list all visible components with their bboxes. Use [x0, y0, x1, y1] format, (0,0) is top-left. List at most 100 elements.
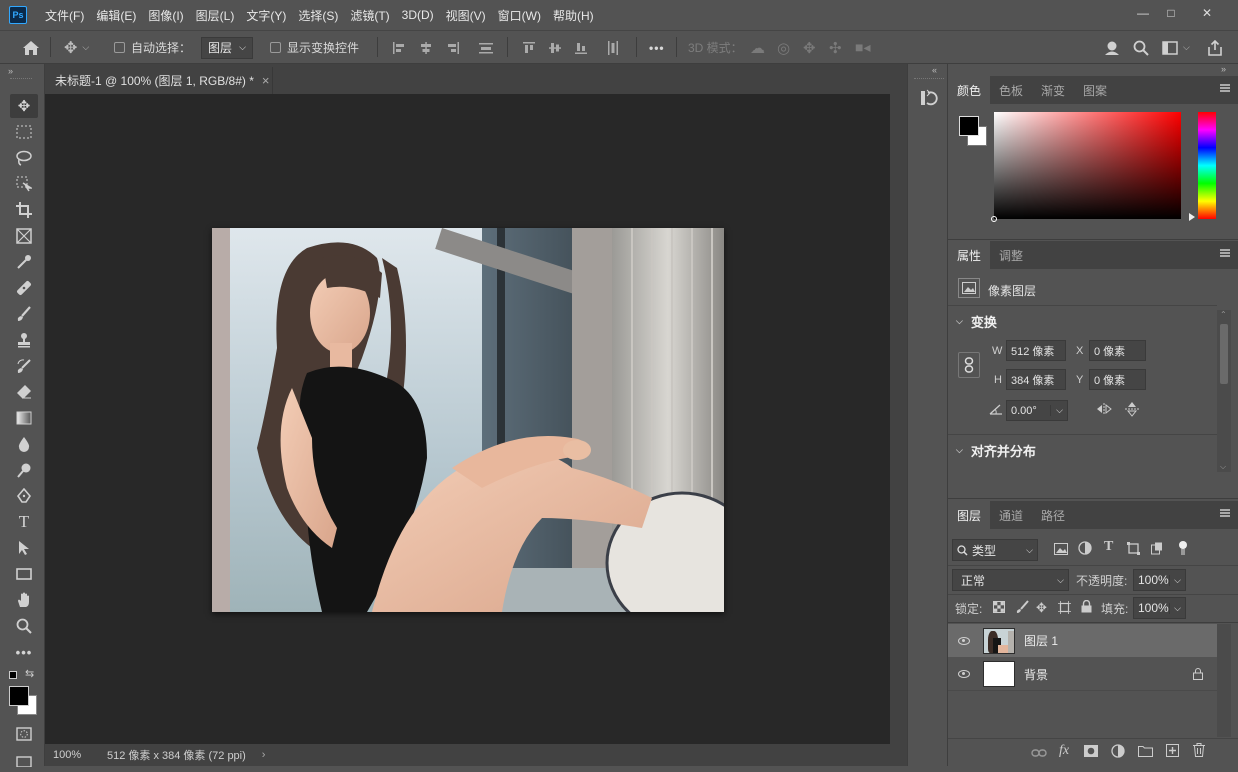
layers-scrollbar[interactable] — [1217, 624, 1231, 737]
history-panel-icon[interactable] — [918, 88, 938, 111]
color-panel-menu-icon[interactable] — [1220, 84, 1230, 92]
quick-select-tool-icon[interactable] — [10, 172, 38, 196]
menu-file[interactable]: 文件(F) — [39, 7, 90, 24]
properties-panel-menu-icon[interactable] — [1220, 249, 1230, 257]
align-hcenter-icon[interactable] — [419, 31, 433, 64]
add-mask-icon[interactable] — [1084, 745, 1098, 760]
new-adjustment-layer-icon[interactable] — [1111, 744, 1125, 761]
menu-edit[interactable]: 编辑(E) — [90, 7, 142, 24]
collapse-toolbox-icon[interactable]: » — [8, 66, 13, 76]
fill-field[interactable]: 100% ⌵ — [1133, 597, 1186, 619]
lock-position-icon[interactable]: ✥ — [1036, 600, 1047, 616]
delete-layer-icon[interactable] — [1193, 743, 1205, 760]
lock-artboard-icon[interactable] — [1058, 601, 1071, 617]
hue-slider-handle[interactable] — [1189, 213, 1195, 221]
x-field[interactable]: 0 像素 — [1089, 340, 1146, 361]
zoom-tool-icon[interactable] — [10, 614, 38, 638]
menu-3d[interactable]: 3D(D) — [396, 8, 440, 22]
tab-paths[interactable]: 路径 — [1032, 501, 1074, 529]
auto-select-checkbox[interactable]: 自动选择： — [114, 31, 191, 64]
blend-mode-dropdown[interactable]: 正常 ⌵ — [952, 569, 1069, 591]
color-field[interactable] — [991, 112, 1181, 222]
menu-type[interactable]: 文字(Y) — [240, 7, 292, 24]
menu-layer[interactable]: 图层(L) — [190, 7, 241, 24]
dodge-tool-icon[interactable] — [10, 458, 38, 482]
type-tool-icon[interactable]: T — [10, 510, 38, 534]
height-field[interactable]: 384 像素 — [1006, 369, 1066, 390]
align-top-icon[interactable] — [522, 31, 536, 64]
align-vcenter-icon[interactable] — [548, 31, 562, 64]
panel-foreground-swatch[interactable] — [959, 116, 979, 136]
default-colors-icon[interactable] — [9, 671, 17, 679]
crop-tool-icon[interactable] — [10, 198, 38, 222]
filter-pixel-icon[interactable] — [1054, 543, 1068, 558]
flip-vertical-icon[interactable] — [1125, 401, 1139, 420]
eyedropper-tool-icon[interactable] — [10, 250, 38, 274]
close-tab-icon[interactable]: × — [262, 73, 270, 88]
canvas-area[interactable] — [45, 94, 890, 744]
edit-toolbar-icon[interactable]: ••• — [10, 640, 38, 664]
layer-row-layer-1[interactable]: 图层 1 — [948, 624, 1217, 657]
filter-toggle-switch[interactable] — [1178, 541, 1188, 555]
tab-patterns[interactable]: 图案 — [1074, 76, 1116, 104]
gradient-tool-icon[interactable] — [10, 406, 38, 430]
pen-tool-icon[interactable] — [10, 484, 38, 508]
quick-mask-icon[interactable] — [10, 722, 38, 746]
lock-image-pixels-icon[interactable] — [1015, 600, 1029, 617]
hue-slider[interactable] — [1198, 112, 1216, 219]
hand-tool-icon[interactable] — [10, 588, 38, 612]
close-window-button[interactable]: ✕ — [1196, 4, 1218, 22]
frame-tool-icon[interactable] — [10, 224, 38, 248]
tab-layers[interactable]: 图层 — [948, 501, 991, 529]
menu-filter[interactable]: 滤镜(T) — [344, 7, 395, 24]
angle-field[interactable]: 0.00° ⌵ — [1006, 400, 1068, 421]
filter-smart-object-icon[interactable] — [1151, 542, 1163, 558]
opacity-field[interactable]: 100% ⌵ — [1133, 569, 1186, 591]
zoom-level[interactable]: 100% — [53, 749, 93, 761]
align-left-icon[interactable] — [392, 31, 406, 64]
history-brush-tool-icon[interactable] — [10, 354, 38, 378]
align-right-icon[interactable] — [446, 31, 460, 64]
marquee-tool-icon[interactable] — [10, 120, 38, 144]
workspace-icon[interactable]: ⌵ — [1162, 31, 1190, 64]
screen-mode-icon[interactable] — [10, 748, 38, 772]
y-field[interactable]: 0 像素 — [1089, 369, 1146, 390]
path-selection-tool-icon[interactable] — [10, 536, 38, 560]
lock-all-icon[interactable] — [1081, 599, 1092, 616]
filter-adjustment-icon[interactable] — [1078, 541, 1092, 558]
visibility-eye-icon[interactable] — [958, 670, 970, 678]
clone-stamp-tool-icon[interactable] — [10, 328, 38, 352]
distribute-vertical-icon[interactable] — [478, 31, 494, 64]
document-tab[interactable]: 未标题-1 @ 100% (图层 1, RGB/8#) * × — [45, 67, 273, 94]
status-menu-arrow-icon[interactable]: › — [262, 749, 266, 761]
lock-transparent-pixels-icon[interactable] — [993, 601, 1005, 616]
align-bottom-icon[interactable] — [574, 31, 588, 64]
link-layers-icon[interactable] — [1031, 746, 1047, 761]
link-dimensions-icon[interactable] — [958, 352, 980, 378]
share-user-icon[interactable] — [1104, 31, 1122, 64]
filter-type-icon[interactable]: T — [1104, 539, 1113, 555]
width-field[interactable]: 512 像素 — [1006, 340, 1066, 361]
tab-properties[interactable]: 属性 — [948, 241, 991, 269]
layer-style-fx-icon[interactable]: fx — [1059, 743, 1069, 759]
collapse-dock-icon[interactable]: » — [1221, 64, 1226, 74]
tab-channels[interactable]: 通道 — [990, 501, 1032, 529]
search-icon[interactable] — [1133, 31, 1149, 64]
tab-adjustments[interactable]: 调整 — [990, 241, 1032, 269]
lasso-tool-icon[interactable] — [10, 146, 38, 170]
menu-view[interactable]: 视图(V) — [440, 7, 492, 24]
more-options-button[interactable]: ••• — [649, 31, 665, 64]
transform-section-header[interactable]: ⌵ 变换 — [956, 312, 997, 331]
foreground-color-swatch[interactable] — [9, 686, 29, 706]
layer-row-background[interactable]: 背景 — [948, 658, 1217, 691]
menu-help[interactable]: 帮助(H) — [547, 7, 600, 24]
document-canvas[interactable] — [212, 228, 724, 612]
tab-swatches[interactable]: 色板 — [990, 76, 1032, 104]
rectangle-tool-icon[interactable] — [10, 562, 38, 586]
auto-select-dropdown[interactable]: 图层 ⌵ — [201, 36, 253, 59]
properties-scrollbar[interactable]: ⌃ ⌵ — [1217, 310, 1231, 472]
new-group-folder-icon[interactable] — [1138, 745, 1153, 760]
menu-select[interactable]: 选择(S) — [292, 7, 344, 24]
flip-horizontal-icon[interactable] — [1096, 403, 1112, 418]
layers-panel-menu-icon[interactable] — [1220, 509, 1230, 517]
